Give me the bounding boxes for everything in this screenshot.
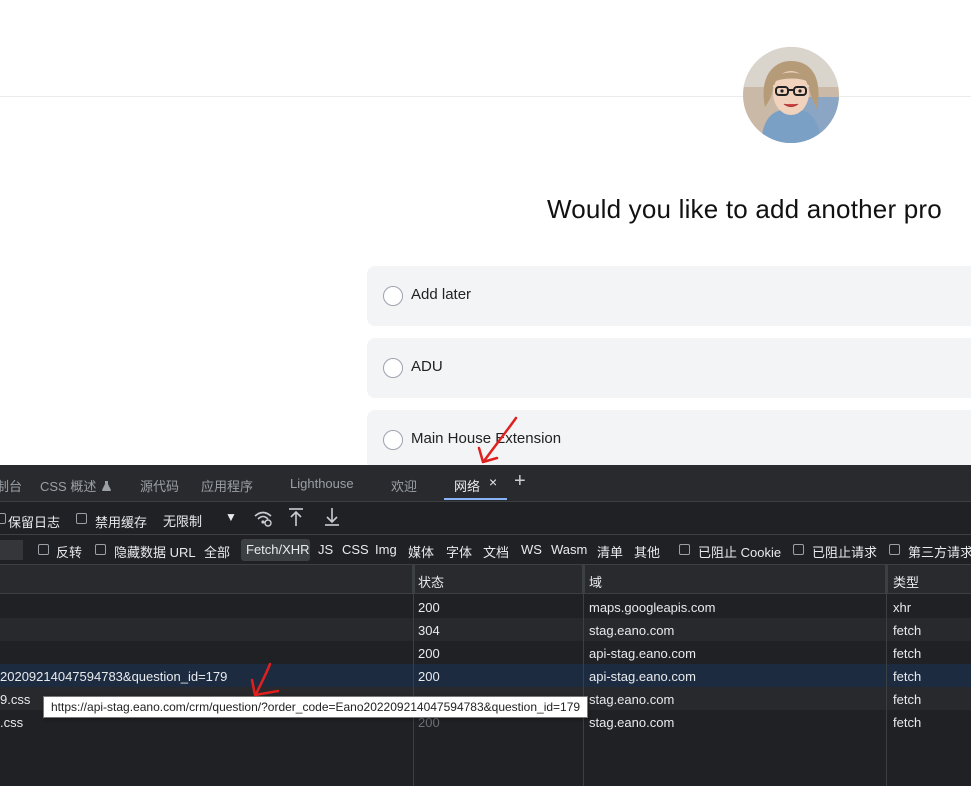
filter-all[interactable]: 全部 [204, 542, 230, 561]
import-har-icon[interactable] [288, 507, 304, 532]
devtools-tab-bar: 制台 CSS 概述 源代码 应用程序 Lighthouse 欢迎 网络 × + [0, 465, 971, 502]
option-main-house-extension[interactable]: Main House Extension [367, 410, 971, 465]
url-tooltip: https://api-stag.eano.com/crm/question/?… [43, 696, 589, 718]
cell-domain: stag.eano.com [589, 715, 675, 730]
third-party-label: 第三方请求 [908, 545, 971, 560]
filter-ws[interactable]: WS [521, 542, 542, 557]
add-tab-icon[interactable]: + [514, 470, 526, 493]
invert-label: 反转 [56, 545, 83, 560]
option-label: Main House Extension [411, 430, 562, 447]
export-har-icon[interactable] [324, 507, 340, 532]
cell-name: 9.css [0, 692, 31, 707]
filter-js[interactable]: JS [318, 542, 333, 557]
cell-domain: stag.eano.com [589, 692, 675, 707]
radio-button[interactable] [383, 286, 403, 306]
cell-domain: api-stag.eano.com [589, 669, 696, 684]
web-page: Would you like to add another pro Add la… [0, 0, 971, 465]
flask-icon [100, 479, 111, 494]
tab-console[interactable]: 制台 [0, 476, 22, 495]
tab-lighthouse[interactable]: Lighthouse [290, 476, 354, 491]
cell-domain: stag.eano.com [589, 623, 675, 638]
cell-type: fetch [893, 669, 922, 684]
disable-cache-label: 禁用缓存 [95, 515, 148, 530]
cell-name: .css [0, 715, 24, 730]
filter-font[interactable]: 字体 [446, 542, 472, 561]
active-tab-indicator [444, 498, 507, 500]
cell-status: 200 [418, 669, 440, 684]
hide-data-url-checkbox[interactable] [95, 544, 106, 555]
filter-img[interactable]: Img [375, 542, 397, 557]
invert-checkbox[interactable] [38, 544, 49, 555]
filter-media[interactable]: 媒体 [408, 542, 434, 561]
hide-data-url-label: 隐藏数据 URL [114, 545, 196, 560]
throttling-select[interactable]: 无限制 ▼ [157, 507, 241, 531]
cell-status: 200 [418, 600, 440, 615]
devtools-panel: 制台 CSS 概述 源代码 应用程序 Lighthouse 欢迎 网络 × + … [0, 465, 971, 786]
cell-name: 20209214047594783&question_id=179 [0, 669, 228, 684]
column-header-domain[interactable]: 域 [589, 572, 602, 591]
column-divider [583, 565, 584, 786]
cell-type: xhr [893, 600, 912, 615]
option-add-later[interactable]: Add later [367, 266, 971, 326]
tab-application[interactable]: 应用程序 [201, 476, 253, 495]
chevron-down-icon: ▼ [225, 510, 237, 524]
cell-status: 200 [418, 646, 440, 661]
network-toolbar: 保留日志 禁用缓存 无限制 ▼ [0, 502, 971, 535]
radio-button[interactable] [383, 430, 403, 450]
disable-cache-checkbox[interactable] [76, 513, 87, 524]
cell-domain: api-stag.eano.com [589, 646, 696, 661]
throttling-value: 无限制 [163, 514, 203, 529]
option-adu[interactable]: ADU [367, 338, 971, 398]
column-divider [413, 565, 414, 786]
radio-button[interactable] [383, 358, 403, 378]
cell-type: fetch [893, 692, 922, 707]
table-row[interactable]: 200 api-stag.eano.com fetch [0, 641, 971, 664]
request-table-header: 状态 域 类型 [0, 565, 971, 594]
cell-type: fetch [893, 623, 922, 638]
blocked-cookie-label: 已阻止 Cookie [698, 545, 782, 560]
preserve-log-label: 保留日志 [8, 515, 61, 530]
filter-wasm[interactable]: Wasm [551, 542, 587, 557]
avatar[interactable] [743, 47, 839, 143]
cell-domain: maps.googleapis.com [589, 600, 716, 615]
option-label: ADU [411, 358, 443, 375]
network-conditions-icon[interactable] [253, 509, 273, 532]
cell-type: fetch [893, 715, 922, 730]
close-icon[interactable]: × [489, 474, 497, 490]
column-header-status[interactable]: 状态 [418, 572, 444, 591]
tab-css-overview[interactable]: CSS 概述 [40, 476, 111, 495]
question-heading: Would you like to add another pro [547, 194, 942, 224]
blocked-requests-label: 已阻止请求 [812, 545, 878, 560]
table-row[interactable]: 304 stag.eano.com fetch [0, 618, 971, 641]
blocked-requests-checkbox[interactable] [793, 544, 804, 555]
cell-type: fetch [893, 646, 922, 661]
tab-network[interactable]: 网络 [454, 476, 480, 495]
filter-other[interactable]: 其他 [634, 542, 660, 561]
filter-bar: 反转 隐藏数据 URL 全部 Fetch/XHR JS CSS Img 媒体 字… [0, 535, 971, 565]
filter-manifest[interactable]: 清单 [597, 542, 623, 561]
screenshot: Would you like to add another pro Add la… [0, 0, 971, 786]
preserve-log-checkbox[interactable] [0, 513, 6, 524]
option-label: Add later [411, 286, 472, 303]
table-row[interactable]: 200 maps.googleapis.com xhr [0, 595, 971, 618]
third-party-checkbox[interactable] [889, 544, 900, 555]
cell-status: 304 [418, 623, 440, 638]
table-row-selected[interactable]: 20209214047594783&question_id=179 200 ap… [0, 664, 971, 687]
column-header-type[interactable]: 类型 [893, 572, 919, 591]
tab-label: CSS 概述 [40, 479, 97, 494]
filter-doc[interactable]: 文档 [483, 542, 509, 561]
column-divider [886, 565, 887, 786]
tab-sources[interactable]: 源代码 [140, 476, 179, 495]
tab-welcome[interactable]: 欢迎 [391, 476, 417, 495]
blocked-cookie-checkbox[interactable] [679, 544, 690, 555]
filter-fetch-xhr[interactable]: Fetch/XHR [246, 542, 310, 557]
filter-input[interactable] [0, 540, 23, 560]
filter-css[interactable]: CSS [342, 542, 369, 557]
